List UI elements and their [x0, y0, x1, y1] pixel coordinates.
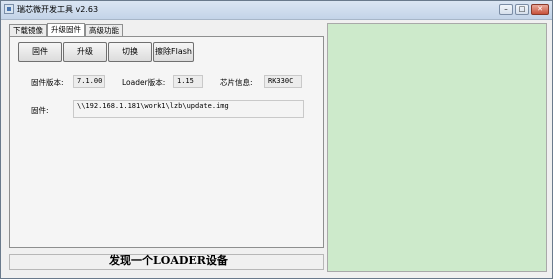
loader-version-label: Loader版本:	[122, 78, 166, 87]
maximize-button[interactable]: □	[515, 4, 529, 15]
tab-download-image[interactable]: 下载镜像	[9, 24, 47, 36]
tab-advanced[interactable]: 高级功能	[85, 24, 123, 36]
log-panel	[327, 23, 547, 272]
firmware-version-value: 7.1.00	[73, 75, 105, 88]
chip-info-label: 芯片信息:	[220, 78, 253, 87]
tab-upgrade-firmware[interactable]: 升级固件	[47, 23, 85, 36]
switch-button[interactable]: 切换	[108, 42, 152, 62]
erase-flash-button[interactable]: 擦除Flash	[153, 42, 194, 62]
firmware-button[interactable]: 固件	[18, 42, 62, 62]
minimize-button[interactable]: –	[499, 4, 513, 15]
close-button[interactable]: ✕	[531, 4, 549, 15]
upgrade-panel	[9, 36, 324, 248]
window-title: 瑞芯微开发工具 v2.63	[17, 5, 99, 14]
app-icon	[4, 4, 14, 14]
firmware-path-label: 固件:	[31, 106, 49, 115]
chip-info-value: RK330C	[264, 75, 302, 88]
title-bar: 瑞芯微开发工具 v2.63 – □ ✕	[1, 1, 552, 20]
main-window: 瑞芯微开发工具 v2.63 – □ ✕ 下载镜像 升级固件 高级功能 固件 升级…	[0, 0, 553, 279]
firmware-path-field[interactable]: \\192.168.1.181\work1\lzb\update.img	[73, 100, 304, 118]
firmware-version-label: 固件版本:	[31, 78, 64, 87]
status-message: 发现一个LOADER设备	[109, 254, 228, 267]
loader-version-value: 1.15	[173, 75, 203, 88]
upgrade-button[interactable]: 升级	[63, 42, 107, 62]
